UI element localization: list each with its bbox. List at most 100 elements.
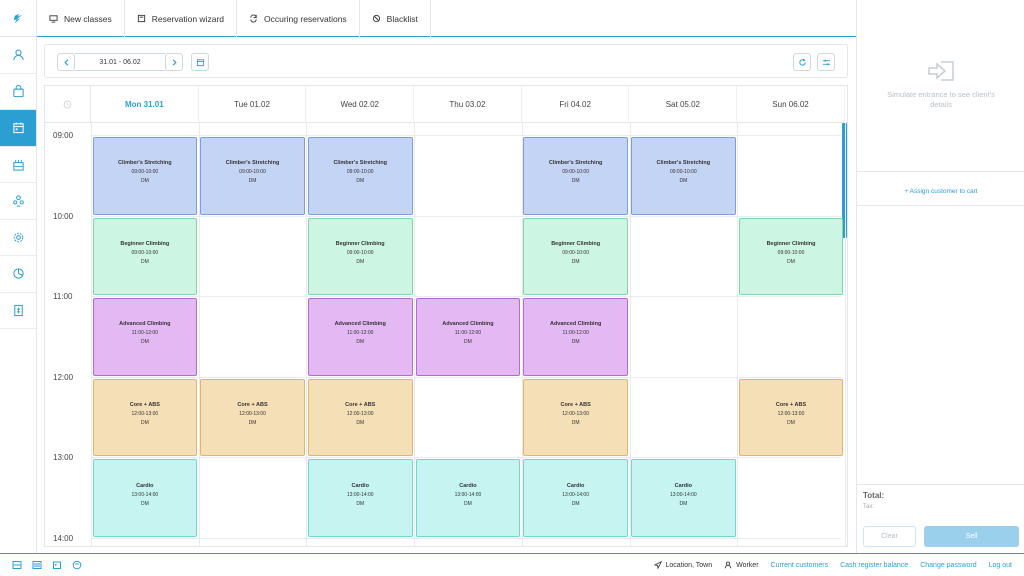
tab-label: Reservation wizard [151, 13, 224, 24]
class-event[interactable]: Core + ABS 12:00-13:00 DM [523, 378, 628, 457]
class-event[interactable]: Advanced Climbing 11:00-12:00 DM [523, 298, 628, 376]
assign-customer-link[interactable]: + Assign customer to cart [857, 178, 1024, 206]
sidebar-item-user[interactable] [0, 37, 36, 74]
class-event[interactable]: Advanced Climbing 11:00-12:00 DM [92, 298, 198, 376]
layout-rows-icon[interactable] [12, 560, 22, 570]
sidebar-item-pie-chart[interactable] [0, 256, 36, 293]
prev-week-button[interactable] [57, 53, 75, 71]
class-event[interactable]: Core + ABS 12:00-13:00 DM [92, 378, 198, 457]
sidebar-item-gear[interactable] [0, 220, 36, 256]
day-gridline [414, 123, 416, 546]
event-time: 11:00-12:00 [347, 330, 374, 337]
event-title: Cardio [459, 482, 477, 489]
locker-icon[interactable] [52, 560, 62, 570]
divider [857, 484, 1024, 485]
event-title: Beginner Climbing [766, 240, 816, 247]
day-gridline [844, 123, 846, 546]
barcode-icon[interactable] [32, 560, 42, 570]
logo[interactable] [0, 0, 36, 37]
clear-button[interactable]: Clear [863, 526, 916, 547]
right-panel: Simulate entrance to see client's detail… [856, 0, 1024, 553]
class-event[interactable]: Cardio 13:00-14:00 DM [523, 459, 628, 537]
day-gridline [91, 123, 92, 546]
class-event[interactable]: Climber's Stretching 09:00-10:00 DM [92, 137, 198, 215]
sidebar-item-building[interactable] [0, 147, 36, 183]
event-instructor: DM [356, 420, 365, 427]
event-instructor: DM [140, 258, 149, 265]
class-event[interactable]: Core + ABS 12:00-13:00 DM [307, 378, 413, 457]
event-instructor: DM [140, 178, 149, 185]
log-out-link[interactable]: Log out [989, 562, 1012, 569]
tab-label: Occuring reservations [264, 13, 347, 24]
day-header: Tue 01.02 [199, 86, 307, 123]
sidebar-item-people[interactable] [0, 183, 36, 220]
event-instructor: DM [571, 178, 580, 185]
tab-new-classes[interactable]: New classes [37, 0, 125, 37]
class-event[interactable]: Climber's Stretching 09:00-10:00 DM [307, 137, 413, 215]
class-event[interactable]: Climber's Stretching 09:00-10:00 DM [631, 137, 736, 215]
repeat-icon [250, 14, 257, 23]
entrance-panel: Simulate entrance to see client's detail… [857, 0, 1024, 172]
filter-settings-button[interactable] [817, 53, 835, 71]
class-event[interactable]: Core + ABS 12:00-13:00 DM [200, 378, 305, 457]
class-event[interactable]: Beginner Climbing 09:00-10:00 DM [92, 217, 198, 296]
sell-button[interactable]: Sell [924, 526, 1019, 547]
class-event[interactable]: Beginner Climbing 09:00-10:00 DM [738, 217, 844, 296]
day-gridline [737, 123, 739, 546]
event-time: 09:00-10:00 [562, 249, 589, 256]
time-label: 11:00 [53, 292, 73, 302]
event-time: 09:00-10:00 [669, 169, 697, 176]
class-event[interactable]: Core + ABS 12:00-13:00 DM [738, 378, 844, 457]
event-instructor: DM [356, 500, 365, 507]
event-time: 12:00-13:00 [777, 411, 805, 418]
tab-occuring-reservations[interactable]: Occuring reservations [237, 0, 360, 37]
change-password-link[interactable]: Change password [920, 562, 976, 569]
calendar-toolbar: 31.01 - 06.02 [44, 44, 848, 78]
time-label: 13:00 [53, 453, 74, 463]
palette-icon[interactable] [72, 560, 82, 570]
event-title: Beginner Climbing [551, 240, 601, 247]
class-event[interactable]: Advanced Climbing 11:00-12:00 DM [415, 298, 521, 376]
pie-chart-icon [12, 268, 24, 279]
user-icon [12, 49, 24, 61]
receipt-icon [13, 304, 23, 316]
cash-register-balance-link[interactable]: Cash register balance [840, 562, 908, 569]
sidebar-item-calendar[interactable] [0, 110, 36, 147]
event-title: Cardio [566, 482, 585, 489]
event-time: 09:00-10:00 [239, 169, 266, 176]
class-event[interactable]: Cardio 13:00-14:00 DM [631, 459, 736, 537]
class-event[interactable]: Cardio 13:00-14:00 DM [307, 459, 413, 537]
class-event[interactable]: Cardio 13:00-14:00 DM [415, 459, 521, 537]
tab-reservation-wizard[interactable]: Reservation wizard [125, 0, 237, 37]
event-time: 09:00-10:00 [131, 169, 159, 176]
class-event[interactable]: Cardio 13:00-14:00 DM [92, 459, 198, 537]
date-picker-button[interactable] [191, 53, 209, 71]
class-event[interactable]: Climber's Stretching 09:00-10:00 DM [523, 137, 628, 215]
class-event[interactable]: Beginner Climbing 09:00-10:00 DM [523, 217, 628, 296]
refresh-button[interactable] [793, 53, 811, 71]
sidebar [0, 0, 37, 553]
date-range[interactable]: 31.01 - 06.02 [75, 53, 165, 71]
event-time: 09:00-10:00 [131, 249, 159, 256]
class-event[interactable]: Advanced Climbing 11:00-12:00 DM [307, 298, 413, 376]
class-event[interactable]: Beginner Climbing 09:00-10:00 DM [307, 217, 413, 296]
event-time: 13:00-14:00 [669, 491, 697, 498]
event-time: 11:00-12:00 [562, 330, 589, 337]
calendar-body: 09:00 10:00 11:00 12:00 13:00 14:00 Climber's … [45, 123, 847, 546]
sidebar-item-bag[interactable] [0, 74, 36, 110]
day-header: Fri 04.02 [522, 86, 630, 123]
tab-blacklist[interactable]: Blacklist [360, 0, 431, 37]
calendar-icon [12, 122, 24, 134]
current-customers-link[interactable]: Current customers [771, 562, 829, 569]
sidebar-item-receipt[interactable] [0, 293, 36, 329]
event-time: 09:00-10:00 [346, 249, 374, 256]
event-instructor: DM [571, 500, 580, 507]
event-time: 12:00-13:00 [239, 411, 266, 418]
event-title: Beginner Climbing [120, 240, 170, 247]
class-event[interactable]: Climber's Stretching 09:00-10:00 DM [200, 137, 305, 215]
next-week-button[interactable] [165, 53, 183, 71]
monitor-icon [49, 15, 58, 23]
event-time: 13:00-14:00 [131, 491, 159, 498]
location-indicator: Location, Town [653, 561, 712, 569]
event-instructor: DM [356, 178, 365, 185]
